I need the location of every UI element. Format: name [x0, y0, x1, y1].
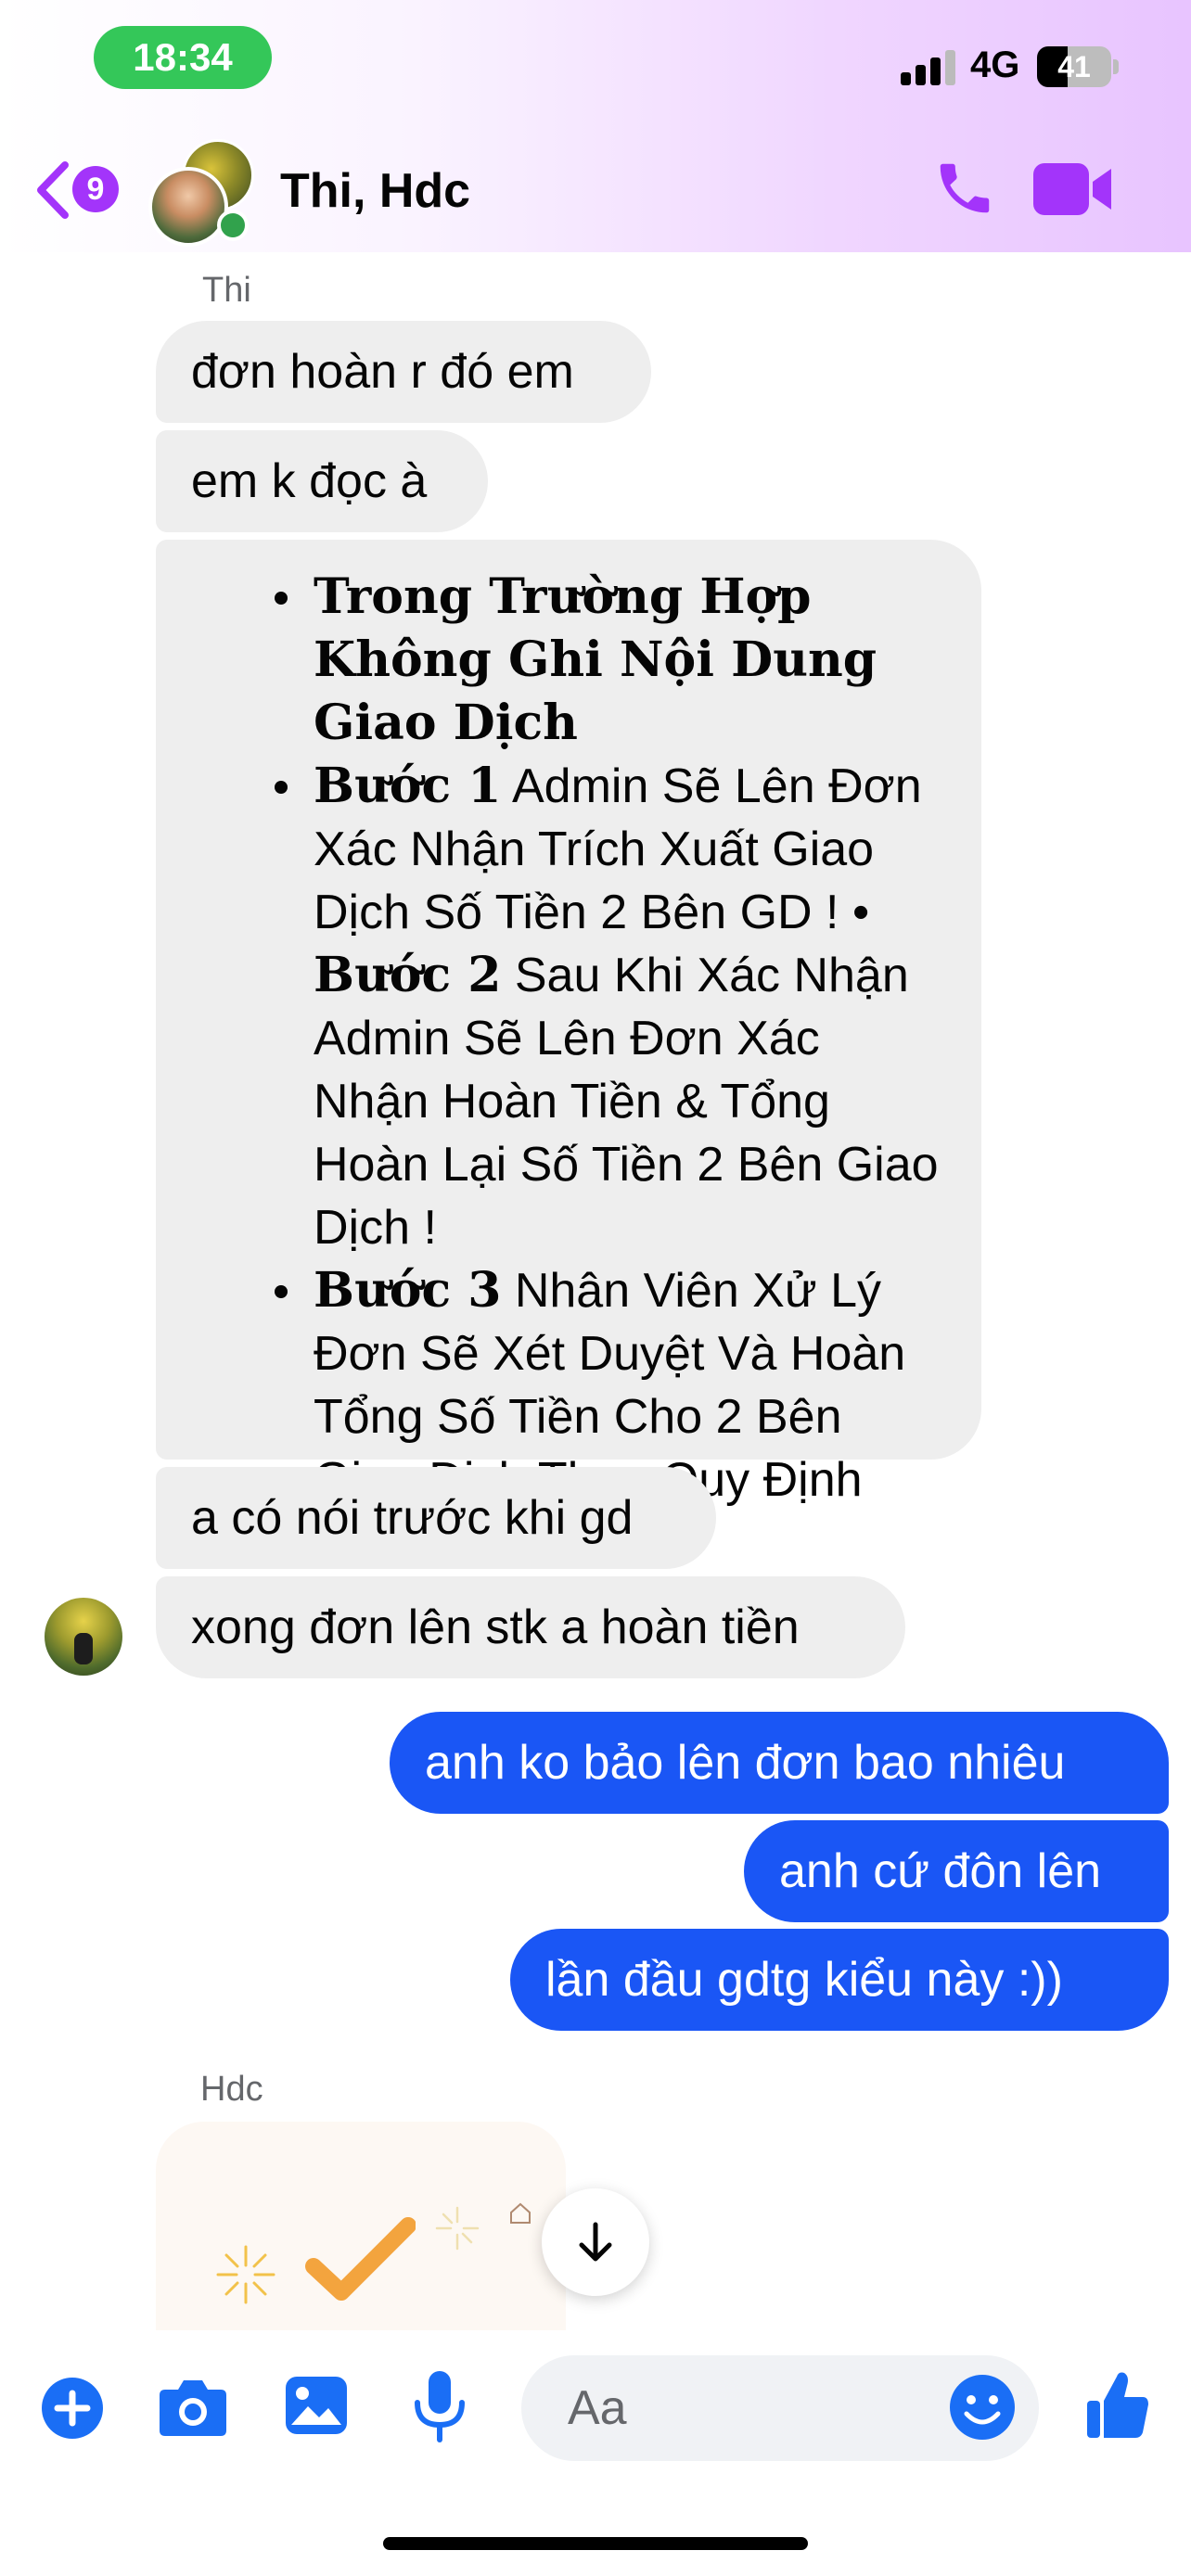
home-indicator[interactable] [383, 2537, 808, 2550]
step-label: Bước 2 [314, 947, 502, 1003]
status-time: 18:34 [94, 26, 272, 89]
video-camera-icon[interactable] [1033, 163, 1111, 215]
message-bubble[interactable]: xong đơn lên stk a hoàn tiền [156, 1576, 905, 1678]
message-text: anh ko bảo lên đơn bao nhiêu [425, 1736, 1066, 1790]
sender-name: Hdc [200, 2070, 263, 2109]
message-bubble[interactable]: a có nói trước khi gd [156, 1467, 716, 1569]
message-bubble-outgoing[interactable]: lần đầu gdtg kiểu này :)) [510, 1929, 1169, 2031]
microphone-icon[interactable] [412, 2369, 467, 2445]
list-item: Trong Trường Hợp Không Ghi Nội Dung Giao… [275, 566, 944, 755]
message-bubble[interactable]: Trong Trường Hợp Không Ghi Nội Dung Giao… [156, 540, 981, 1507]
message-text: Trong Trường Hợp Không Ghi Nội Dung Giao… [314, 568, 877, 751]
sparkle-icon [216, 2245, 275, 2304]
avatar [148, 167, 228, 247]
plus-circle-icon[interactable] [41, 2377, 104, 2440]
battery-icon: 41 [1037, 46, 1111, 87]
message-text: em k đọc à [191, 454, 428, 508]
step-label: Bước 3 [314, 1262, 502, 1319]
phone-icon[interactable] [932, 156, 997, 221]
step-label: Bước 1 [314, 758, 502, 814]
smiley-icon[interactable] [948, 2373, 1017, 2442]
message-text: a có nói trước khi gd [191, 1491, 634, 1545]
message-bubble-outgoing[interactable]: anh ko bảo lên đơn bao nhiêu [390, 1712, 1169, 1814]
cellular-signal-icon [901, 50, 956, 85]
message-list: Trong Trường Hợp Không Ghi Nội Dung Giao… [193, 566, 944, 1511]
online-status-indicator [217, 210, 249, 241]
image-attachment[interactable] [156, 2122, 566, 2330]
battery-cap [1113, 59, 1119, 74]
chat-title[interactable]: Thi, Hdc [280, 163, 470, 219]
chat-header: 18:34 4G 41 9 Thi, Hdc [0, 0, 1191, 252]
message-bubble[interactable]: em k đọc à [156, 430, 488, 532]
camera-icon[interactable] [158, 2377, 228, 2438]
unread-count-badge: 9 [72, 166, 119, 212]
message-text: lần đầu gdtg kiểu này :)) [545, 1953, 1063, 2007]
group-avatar[interactable] [148, 139, 260, 249]
message-bubble-outgoing[interactable]: anh cứ đôn lên [744, 1820, 1169, 1922]
avatar[interactable] [45, 1598, 122, 1676]
sender-name: Thi [202, 271, 251, 310]
home-icon [510, 2202, 531, 2224]
network-type: 4G [970, 45, 1020, 85]
scroll-to-bottom-button[interactable] [542, 2188, 649, 2296]
message-text: anh cứ đôn lên [779, 1844, 1102, 1898]
list-item: Bước 1 Admin Sẽ Lên Đơn Xác Nhận Trích X… [275, 755, 944, 1259]
chevron-left-icon [37, 161, 69, 219]
sparkle-icon [435, 2206, 480, 2251]
back-button[interactable]: 9 [33, 158, 126, 223]
arrow-down-icon [579, 2222, 612, 2262]
message-text: xong đơn lên stk a hoàn tiền [191, 1600, 800, 1654]
checkmark-icon [305, 2217, 416, 2301]
message-bubble[interactable]: đơn hoàn r đó em [156, 321, 651, 423]
image-icon[interactable] [284, 2375, 349, 2436]
battery-level: 41 [1057, 50, 1091, 83]
thumbs-up-icon[interactable] [1085, 2369, 1150, 2442]
message-text: đơn hoàn r đó em [191, 345, 574, 399]
